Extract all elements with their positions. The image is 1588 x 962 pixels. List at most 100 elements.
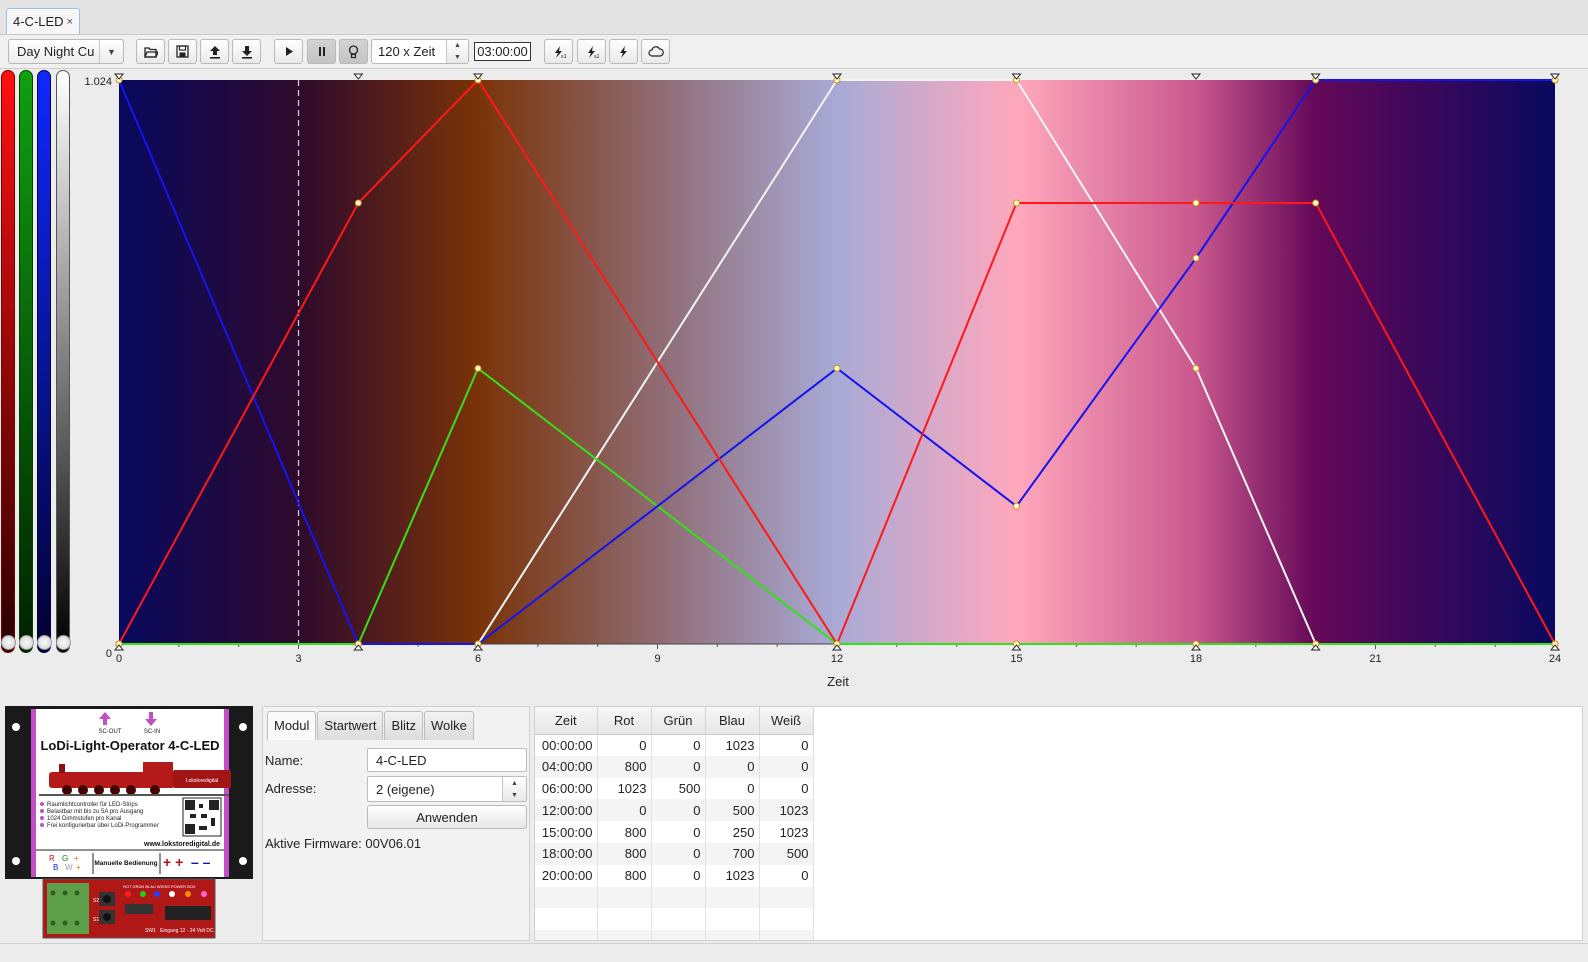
column-header-gruen[interactable]: Grün [651, 707, 706, 735]
table-cell[interactable] [597, 908, 652, 931]
table-row[interactable]: 00:00:00 0 0 1023 0 [535, 734, 814, 756]
table-row[interactable] [535, 908, 814, 931]
table-cell[interactable]: 1023 [705, 734, 760, 756]
data-point[interactable] [1013, 199, 1020, 207]
green-slider[interactable] [19, 70, 34, 653]
lightning-button-3[interactable] [609, 39, 638, 64]
table-cell[interactable]: 0 [651, 864, 706, 887]
table-cell[interactable]: 800 [597, 864, 652, 887]
table-cell[interactable]: 0 [651, 842, 706, 865]
table-cell[interactable] [705, 886, 760, 909]
table-cell[interactable]: 18:00:00 [535, 842, 598, 865]
column-header-zeit[interactable]: Zeit [535, 707, 598, 735]
timeline-chart[interactable]: 1.024 0 Zeit 0 3 6 9 12 15 18 21 24 [80, 70, 1585, 695]
table-cell[interactable]: 1023 [705, 864, 760, 887]
data-point[interactable] [1192, 199, 1200, 207]
table-row[interactable]: 18:00:00 800 0 700 500 [535, 842, 814, 865]
tab-4-c-led[interactable]: 4-C-LED × [6, 8, 81, 34]
table-cell[interactable] [651, 930, 706, 940]
table-cell[interactable]: 0 [597, 799, 652, 822]
table-cell[interactable]: 06:00:00 [535, 777, 598, 800]
download-button[interactable] [232, 39, 261, 64]
tab-blitz[interactable]: Blitz [384, 711, 423, 740]
table-cell[interactable] [705, 930, 760, 940]
preset-select[interactable]: Day Night Cu ▼ [8, 39, 124, 64]
table-cell[interactable]: 250 [705, 821, 760, 843]
table-row[interactable] [535, 886, 814, 909]
data-point[interactable] [474, 364, 482, 372]
white-slider-knob[interactable] [56, 635, 71, 650]
chevron-down-icon[interactable]: ▼ [503, 789, 526, 801]
address-stepper[interactable]: 2 (eigene) ▲ ▼ [367, 776, 527, 802]
table-cell[interactable] [705, 908, 760, 931]
table-cell[interactable]: 700 [705, 842, 760, 865]
name-field[interactable]: 4-C-LED [367, 748, 527, 772]
table-row[interactable]: 04:00:00 800 0 0 0 [535, 755, 814, 778]
table-cell[interactable]: 1023 [597, 777, 652, 800]
table-cell[interactable] [651, 886, 706, 909]
table-cell[interactable]: 800 [597, 842, 652, 865]
data-point[interactable] [1192, 364, 1200, 372]
keyframe-marker-top[interactable] [1190, 73, 1202, 80]
table-cell[interactable]: 500 [705, 799, 760, 822]
table-cell[interactable]: 0 [705, 777, 760, 800]
apply-button[interactable]: Anwenden [367, 805, 527, 829]
table-cell[interactable]: 20:00:00 [535, 864, 598, 887]
lightning-button-1[interactable]: s1 [544, 39, 573, 64]
table-cell[interactable]: 0 [651, 821, 706, 843]
red-slider-knob[interactable] [1, 635, 16, 650]
table-cell[interactable]: 0 [705, 755, 760, 778]
save-button[interactable] [168, 39, 197, 64]
table-cell[interactable] [759, 930, 814, 940]
table-row[interactable]: 06:00:00 1023 500 0 0 [535, 777, 814, 800]
lightning-button-2[interactable]: s2 [577, 39, 606, 64]
table-cell[interactable]: 1023 [759, 799, 814, 822]
close-icon[interactable]: × [67, 16, 73, 28]
table-cell[interactable] [535, 930, 598, 940]
chevron-down-icon[interactable]: ▼ [447, 52, 468, 64]
table-cell[interactable]: 500 [651, 777, 706, 800]
data-point[interactable] [1013, 502, 1020, 510]
table-cell[interactable]: 0 [759, 755, 814, 778]
table-cell[interactable] [759, 886, 814, 909]
column-header-blau[interactable]: Blau [705, 707, 760, 735]
chevron-up-icon[interactable]: ▲ [447, 40, 468, 52]
table-row[interactable]: 20:00:00 800 0 1023 0 [535, 864, 814, 887]
table-cell[interactable]: 04:00:00 [535, 755, 598, 778]
data-point[interactable] [833, 364, 841, 372]
data-point[interactable] [1312, 199, 1320, 207]
blue-slider[interactable] [37, 70, 52, 653]
table-cell[interactable] [759, 908, 814, 931]
chevron-up-icon[interactable]: ▲ [503, 777, 526, 789]
cloud-button[interactable] [641, 39, 670, 64]
chevron-down-icon[interactable]: ▼ [99, 40, 123, 63]
table-cell[interactable]: 800 [597, 755, 652, 778]
table-row[interactable]: 12:00:00 0 0 500 1023 [535, 799, 814, 822]
upload-button[interactable] [200, 39, 229, 64]
table-cell[interactable]: 0 [759, 864, 814, 887]
table-cell[interactable]: 0 [759, 734, 814, 756]
table-cell[interactable]: 1023 [759, 821, 814, 843]
table-cell[interactable]: 0 [651, 799, 706, 822]
table-cell[interactable] [651, 908, 706, 931]
table-cell[interactable]: 0 [651, 734, 706, 756]
column-header-rot[interactable]: Rot [597, 707, 652, 735]
table-cell[interactable] [535, 908, 598, 931]
pause-button[interactable] [307, 39, 336, 64]
table-cell[interactable]: 800 [597, 821, 652, 843]
table-cell[interactable]: 0 [651, 755, 706, 778]
tab-startwert[interactable]: Startwert [317, 711, 384, 740]
data-point[interactable] [1192, 254, 1200, 262]
light-button[interactable] [339, 39, 368, 64]
table-cell[interactable]: 0 [597, 734, 652, 756]
tab-modul[interactable]: Modul [267, 711, 317, 740]
open-button[interactable] [136, 39, 165, 64]
keyframe-marker-top[interactable] [353, 73, 364, 80]
table-cell[interactable]: 500 [759, 842, 814, 865]
table-cell[interactable]: 00:00:00 [535, 734, 598, 756]
speed-stepper[interactable]: 120 x Zeit ▲ ▼ [371, 39, 469, 64]
table-cell[interactable] [597, 930, 652, 940]
table-row[interactable]: 15:00:00 800 0 250 1023 [535, 821, 814, 843]
tab-wolke[interactable]: Wolke [424, 711, 474, 740]
table-cell[interactable]: 15:00:00 [535, 821, 598, 843]
